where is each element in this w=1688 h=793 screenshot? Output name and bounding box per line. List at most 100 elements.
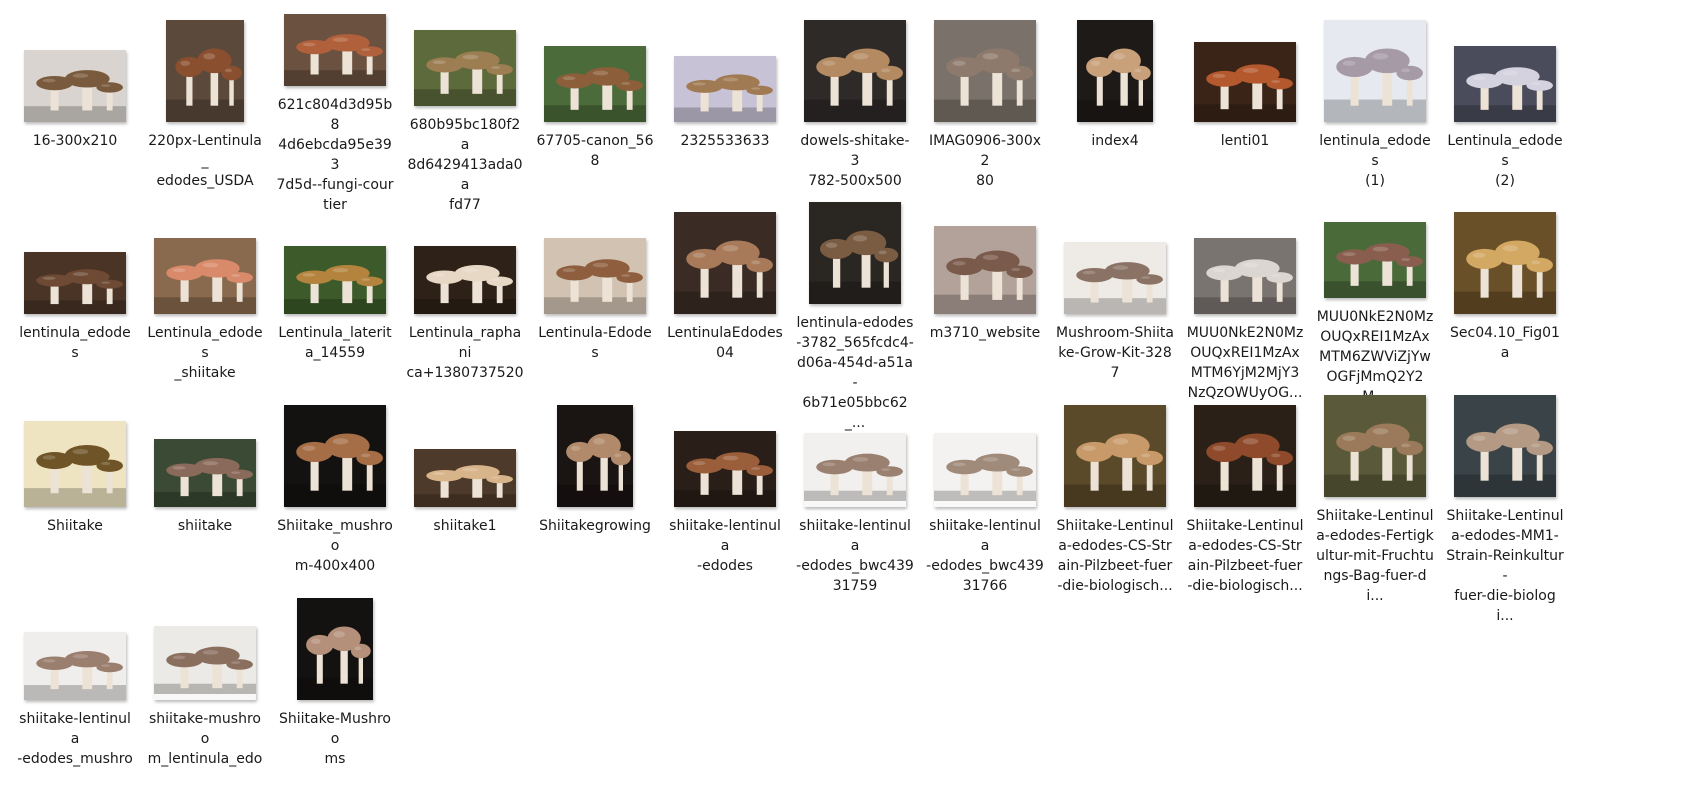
- thumbnail-frame: [669, 395, 781, 507]
- mushroom-icon: [674, 212, 776, 314]
- file-item[interactable]: 621c804d3d95b8 4d6ebcda95e393 7d5d--fungi-…: [270, 10, 400, 215]
- mushroom-icon: [166, 20, 244, 122]
- image-thumbnail: [1064, 242, 1166, 314]
- file-item[interactable]: shiitake-lentinula -edodes: [660, 395, 790, 600]
- mushroom-icon: [804, 433, 906, 507]
- mushroom-icon: [544, 238, 646, 314]
- image-thumbnail: [1077, 20, 1153, 122]
- file-item[interactable]: Lentinula_raphani ca+1380737520: [400, 202, 530, 407]
- mushroom-icon: [1324, 222, 1426, 298]
- file-item[interactable]: IMAG0906-300x2 80: [920, 10, 1050, 215]
- file-item[interactable]: Mushroom-Shiita ke-Grow-Kit-328 7: [1050, 202, 1180, 407]
- mushroom-icon: [284, 405, 386, 507]
- image-thumbnail: [1194, 238, 1296, 314]
- file-item[interactable]: 220px-Lentinula_ edodes_USDA: [140, 10, 270, 215]
- file-name: shiitake-lentinula -edodes_bwc439 31759: [796, 518, 914, 594]
- mushroom-icon: [1454, 212, 1556, 314]
- mushroom-icon: [24, 50, 126, 122]
- file-item[interactable]: lentinula_edodes (1): [1310, 10, 1440, 215]
- file-item[interactable]: Shiitake_mushroo m-400x400: [270, 395, 400, 600]
- file-item[interactable]: 680b95bc180f2a 8d6429413ada0a fd77: [400, 10, 530, 215]
- thumbnail-frame: [1189, 395, 1301, 507]
- file-name: dowels-shitake-3 782-500x500: [800, 133, 910, 189]
- thumbnail-frame: [669, 202, 781, 314]
- file-item[interactable]: shiitake-lentinula -edodes_bwc439 31766: [920, 395, 1050, 600]
- file-item[interactable]: dowels-shitake-3 782-500x500: [790, 10, 920, 215]
- image-thumbnail: [544, 46, 646, 122]
- file-name: shiitake-mushroo m_lentinula_edo: [147, 711, 263, 767]
- mushroom-icon: [154, 238, 256, 314]
- file-item[interactable]: Shiitake-Lentinul a-edodes-MM1- Strain-Rei…: [1440, 395, 1570, 624]
- image-thumbnail: [24, 421, 126, 507]
- file-item[interactable]: Lentinula_laterit a_14559: [270, 202, 400, 407]
- file-item[interactable]: lenti01: [1180, 10, 1310, 215]
- file-item[interactable]: shiitake-mushroo m_lentinula_edo: [140, 588, 270, 793]
- file-name: Lentinula-Edodes: [538, 325, 652, 361]
- image-thumbnail: [1064, 405, 1166, 507]
- image-thumbnail: [674, 212, 776, 314]
- image-thumbnail: [24, 50, 126, 122]
- thumbnail-frame: [409, 202, 521, 314]
- thumbnail-frame: [929, 395, 1041, 507]
- file-item[interactable]: 67705-canon_568: [530, 10, 660, 215]
- thumbnail-frame: [279, 10, 391, 86]
- file-item[interactable]: shiitake-lentinula -edodes_mushro: [10, 588, 140, 793]
- file-name: LentinulaEdodes 04: [667, 325, 783, 361]
- file-name: Shiitake-Mushroo ms: [278, 711, 391, 767]
- thumbnail-frame: [1319, 202, 1431, 298]
- file-item[interactable]: 2325533633: [660, 10, 790, 215]
- thumbnail-frame: [19, 202, 131, 314]
- file-name: shiitake: [177, 518, 233, 534]
- thumbnail-frame: [1319, 10, 1431, 122]
- image-thumbnail: [154, 238, 256, 314]
- image-thumbnail: [24, 252, 126, 314]
- watermark-strip: [154, 694, 256, 700]
- thumbnail-frame: [539, 202, 651, 314]
- thumbnail-frame: [929, 10, 1041, 122]
- file-item[interactable]: Sec04.10_Fig01a: [1440, 202, 1570, 407]
- file-item[interactable]: Lentinula-Edodes: [530, 202, 660, 407]
- file-name: Shiitakegrowing: [539, 518, 651, 534]
- mushroom-icon: [1324, 20, 1426, 122]
- file-item[interactable]: Shiitake-Lentinul a-edodes-CS-Str ain-Pilz…: [1050, 395, 1180, 600]
- file-item[interactable]: MUU0NkE2N0Mz OUQxREI1MzAx MTM6YjM2MjY3 NzQz…: [1180, 202, 1310, 407]
- file-item[interactable]: Lentinula_edodes _shiitake: [140, 202, 270, 407]
- mushroom-icon: [1454, 395, 1556, 497]
- file-item[interactable]: Lentinula_edodes (2): [1440, 10, 1570, 215]
- file-item[interactable]: 16-300x210: [10, 10, 140, 215]
- file-item[interactable]: Shiitake-Lentinul a-edodes-Fertigk ultur-m…: [1310, 395, 1440, 604]
- mushroom-icon: [414, 30, 516, 106]
- file-name: lenti01: [1220, 133, 1270, 149]
- mushroom-icon: [674, 431, 776, 507]
- file-item[interactable]: Shiitake-Mushroo ms: [270, 588, 400, 793]
- file-item[interactable]: shiitake1: [400, 395, 530, 600]
- image-thumbnail: [674, 431, 776, 507]
- file-item[interactable]: LentinulaEdodes 04: [660, 202, 790, 407]
- image-thumbnail: [804, 20, 906, 122]
- file-item[interactable]: shiitake: [140, 395, 270, 600]
- mushroom-icon: [544, 46, 646, 122]
- file-name: Shiitake-Lentinul a-edodes-MM1- Strain-Rei…: [1446, 508, 1564, 624]
- file-item[interactable]: Shiitake: [10, 395, 140, 600]
- file-name: MUU0NkE2N0Mz OUQxREI1MzAx MTM6ZWViZjYw OGFj…: [1316, 309, 1434, 405]
- image-thumbnail: [154, 626, 256, 700]
- file-item[interactable]: lentinula-edodes -3782_565fcdc4- d06a-454d…: [790, 202, 920, 431]
- file-name: index4: [1091, 133, 1139, 149]
- thumbnail-frame: [669, 10, 781, 122]
- image-thumbnail: [297, 598, 373, 700]
- file-name: Lentinula_edodes _shiitake: [147, 325, 263, 381]
- file-item[interactable]: Shiitakegrowing: [530, 395, 660, 600]
- thumbnail-frame: [279, 588, 391, 700]
- file-item[interactable]: index4: [1050, 10, 1180, 215]
- image-thumbnail: [1454, 395, 1556, 497]
- mushroom-icon: [1194, 405, 1296, 507]
- file-item[interactable]: MUU0NkE2N0Mz OUQxREI1MzAx MTM6ZWViZjYw OGFj…: [1310, 202, 1440, 407]
- mushroom-icon: [1324, 395, 1426, 497]
- thumbnail-frame: [19, 588, 131, 700]
- file-name: Shiitake: [47, 518, 103, 534]
- file-item[interactable]: m3710_website: [920, 202, 1050, 407]
- file-item[interactable]: shiitake-lentinula -edodes_bwc439 31759: [790, 395, 920, 600]
- file-item[interactable]: Shiitake-Lentinul a-edodes-CS-Str ain-Pilz…: [1180, 395, 1310, 600]
- file-item[interactable]: lentinula_edodes: [10, 202, 140, 407]
- file-name: Shiitake-Lentinul a-edodes-CS-Str ain-Pilz…: [1186, 518, 1304, 594]
